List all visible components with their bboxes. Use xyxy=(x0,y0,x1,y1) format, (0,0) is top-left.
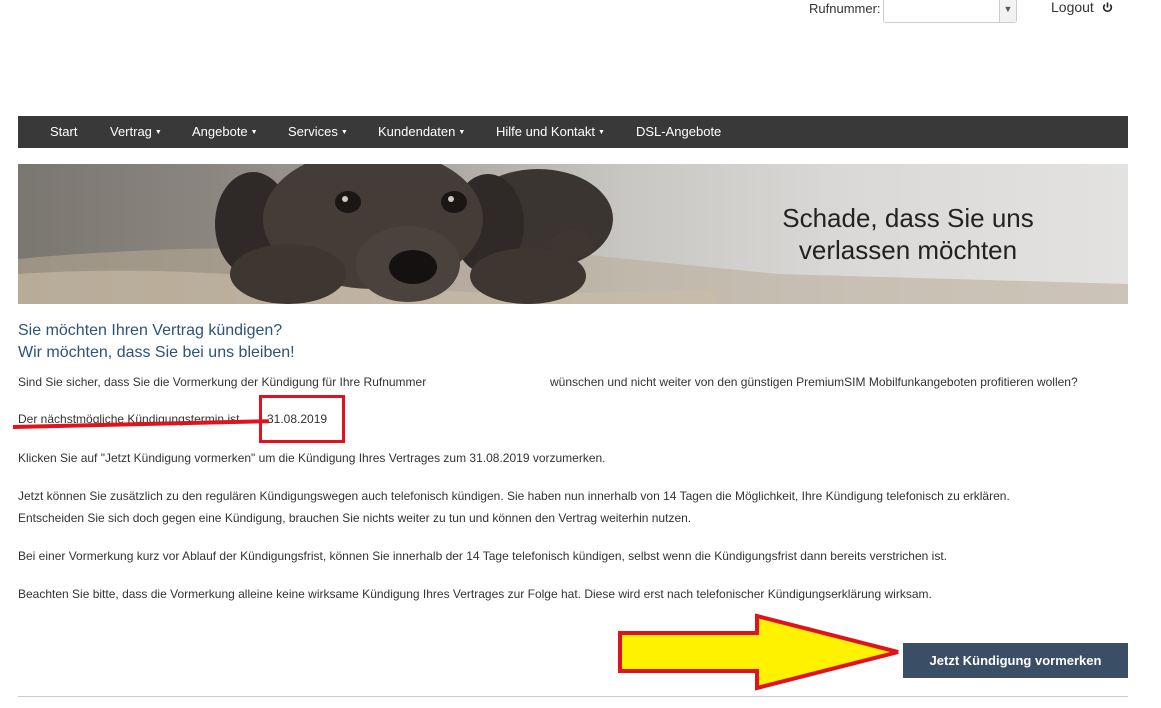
hero-banner: Schade, dass Sie uns verlassen möchten xyxy=(18,164,1128,304)
question-text-2: wünschen und nicht weiter von den günsti… xyxy=(550,375,1078,389)
nav-label: Vertrag xyxy=(110,124,152,139)
nav-label: Services xyxy=(288,124,338,139)
caret-down-icon: ▼ xyxy=(154,129,162,136)
phone-info-1: Jetzt können Sie zusätzlich zu den regul… xyxy=(18,489,1010,503)
chevron-down-icon: ▼ xyxy=(999,0,1016,22)
heading-line-2: Wir möchten, dass Sie bei uns bleiben! xyxy=(18,344,295,361)
banner-line-1: Schade, dass Sie uns xyxy=(782,203,1034,233)
power-icon xyxy=(1102,1,1112,12)
footer-divider xyxy=(18,696,1128,697)
jetzt-kuendigung-vormerken-button[interactable]: Jetzt Kündigung vormerken xyxy=(903,643,1128,678)
banner-line-2: verlassen möchten xyxy=(798,235,1018,265)
nav-label: Start xyxy=(50,124,78,139)
frist-info: Bei einer Vormerkung kurz vor Ablauf der… xyxy=(18,549,947,563)
nav-item-kundendaten[interactable]: Kundendaten ▼ xyxy=(378,116,465,148)
nav-item-dsl[interactable]: DSL-Angebote xyxy=(636,116,721,148)
nav-item-services[interactable]: Services ▼ xyxy=(288,116,348,148)
nav-item-hilfe[interactable]: Hilfe und Kontakt ▼ xyxy=(496,116,605,148)
logout-link[interactable]: Logout xyxy=(1051,0,1113,15)
nav-label: Hilfe und Kontakt xyxy=(496,124,596,139)
annotation-arrow-icon xyxy=(618,613,899,691)
annotation-date-box xyxy=(259,395,345,443)
logout-label: Logout xyxy=(1051,0,1094,15)
phone-info-2: Entscheiden Sie sich doch gegen eine Kün… xyxy=(18,511,692,525)
page-heading: Sie möchten Ihren Vertrag kündigen? Wir … xyxy=(18,320,295,364)
nav-item-vertrag[interactable]: Vertrag ▼ xyxy=(110,116,162,148)
click-instruction: Klicken Sie auf "Jetzt Kündigung vormerk… xyxy=(18,451,606,465)
nav-item-start[interactable]: Start xyxy=(50,116,77,148)
caret-down-icon: ▼ xyxy=(340,129,348,136)
nav-label: DSL-Angebote xyxy=(636,124,722,139)
rufnummer-label: Rufnummer: xyxy=(809,1,881,16)
nav-label: Angebote xyxy=(192,124,248,139)
caret-down-icon: ▼ xyxy=(458,129,466,136)
note-info: Beachten Sie bitte, dass die Vormerkung … xyxy=(18,587,932,601)
nav-label: Kundendaten xyxy=(378,124,456,139)
nav-item-angebote[interactable]: Angebote ▼ xyxy=(192,116,258,148)
banner-headline: Schade, dass Sie uns verlassen möchten xyxy=(708,202,1108,266)
heading-line-1: Sie möchten Ihren Vertrag kündigen? xyxy=(18,322,283,339)
caret-down-icon: ▼ xyxy=(250,129,258,136)
rufnummer-select[interactable]: ▼ xyxy=(883,0,1017,23)
top-bar: Rufnummer: ▼ Logout xyxy=(0,0,1161,40)
question-text-1: Sind Sie sicher, dass Sie die Vormerkung… xyxy=(18,375,427,389)
main-nav: Start Vertrag ▼ Angebote ▼ Services ▼ Kunde… xyxy=(18,116,1128,148)
caret-down-icon: ▼ xyxy=(598,129,605,136)
